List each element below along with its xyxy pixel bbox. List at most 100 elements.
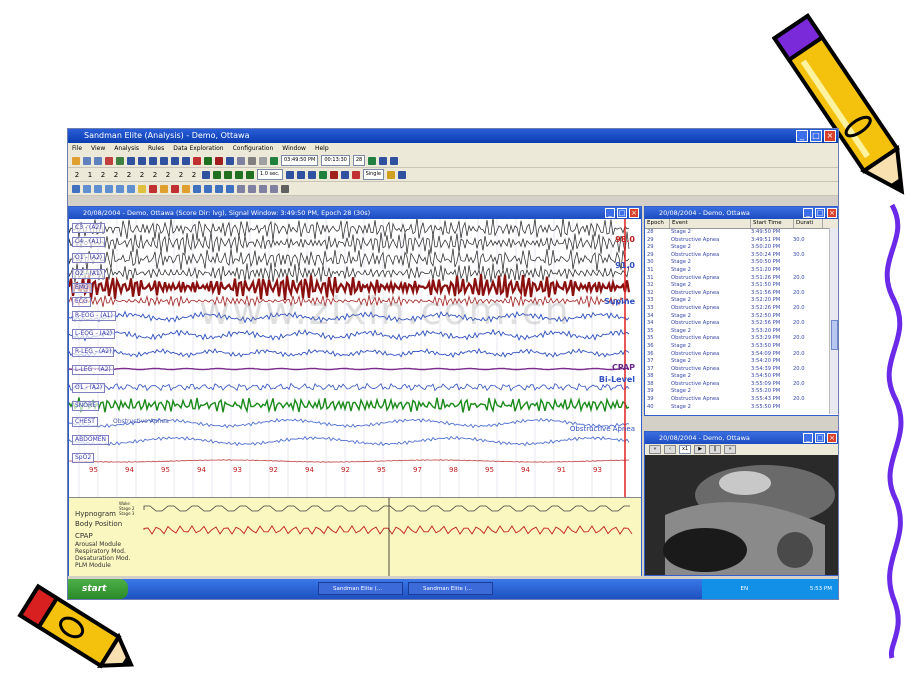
- tool-icon[interactable]: [105, 184, 113, 193]
- event-row[interactable]: 39 Obstructive Apnea 3:55:43 PM 20.0: [645, 396, 838, 404]
- montage-number[interactable]: 2: [137, 171, 147, 179]
- tool-icon[interactable]: [318, 170, 327, 179]
- tool-icon[interactable]: [160, 184, 168, 193]
- event-row[interactable]: 31 Stage 2 3:51:20 PM: [645, 267, 838, 275]
- video-speed-select[interactable]: x1: [679, 445, 692, 454]
- event-row[interactable]: 32 Obstructive Apnea 3:51:56 PM 20.0: [645, 290, 838, 298]
- channel-label[interactable]: L-LEG - (A2): [72, 365, 114, 375]
- tool-icon[interactable]: [237, 184, 245, 193]
- grid-icon[interactable]: [285, 170, 294, 179]
- tool-icon[interactable]: [193, 184, 201, 193]
- menu-view[interactable]: View: [91, 143, 105, 154]
- print-icon[interactable]: [94, 156, 102, 165]
- col-epoch[interactable]: Epoch: [645, 219, 670, 228]
- grid-icon[interactable]: [202, 170, 210, 179]
- maximize-button[interactable]: □: [617, 208, 627, 218]
- search-icon[interactable]: [193, 156, 201, 165]
- montage-number[interactable]: 2: [189, 171, 199, 179]
- step-back-button[interactable]: ‹: [664, 445, 676, 454]
- close-button[interactable]: ×: [824, 130, 836, 142]
- tool-icon[interactable]: [171, 184, 179, 193]
- event-row[interactable]: 37 Obstructive Apnea 3:54:39 PM 20.0: [645, 366, 838, 374]
- play-button[interactable]: ▶: [694, 445, 707, 454]
- duration-field[interactable]: 00:13:30: [321, 155, 350, 166]
- montage-number[interactable]: 2: [98, 171, 108, 179]
- go-icon[interactable]: [368, 156, 377, 165]
- montage-number[interactable]: 2: [111, 171, 121, 179]
- event-row[interactable]: 37 Stage 2 3:54:20 PM: [645, 358, 838, 366]
- tool-icon[interactable]: [116, 156, 124, 165]
- montage-number[interactable]: 2: [163, 171, 173, 179]
- minimize-button[interactable]: _: [796, 130, 808, 142]
- tool-icon[interactable]: [138, 184, 146, 193]
- tool-icon[interactable]: [281, 184, 289, 193]
- channel-label[interactable]: O1 - (A2): [72, 253, 106, 263]
- tool-icon[interactable]: [340, 170, 349, 179]
- tool-icon[interactable]: [105, 156, 113, 165]
- col-duration[interactable]: Durati: [794, 219, 823, 228]
- maximize-button[interactable]: □: [815, 433, 825, 443]
- menu-analysis[interactable]: Analysis: [114, 143, 139, 154]
- rewind-icon[interactable]: [213, 170, 221, 179]
- event-row[interactable]: 33 Stage 2 3:52:20 PM: [645, 297, 838, 305]
- tool-icon[interactable]: [259, 156, 267, 165]
- fast-forward-icon[interactable]: [246, 170, 254, 179]
- event-row[interactable]: 35 Obstructive Apnea 3:53:29 PM 20.0: [645, 335, 838, 343]
- tool-icon[interactable]: [215, 184, 223, 193]
- tool-icon[interactable]: [149, 184, 157, 193]
- grid-icon[interactable]: [138, 156, 146, 165]
- channel-label[interactable]: EMG: [72, 283, 92, 293]
- montage-number[interactable]: 2: [176, 171, 186, 179]
- tool-icon[interactable]: [127, 184, 135, 193]
- pause-button[interactable]: ‖: [709, 445, 722, 454]
- grid-icon[interactable]: [379, 156, 388, 165]
- tool-icon[interactable]: [237, 156, 245, 165]
- scroll-thumb[interactable]: [831, 320, 838, 350]
- tool-icon[interactable]: [329, 170, 338, 179]
- event-row[interactable]: 28 Stage 2 3:49:50 PM: [645, 229, 838, 237]
- montage-number[interactable]: 1: [85, 171, 95, 179]
- grid-icon[interactable]: [182, 156, 190, 165]
- close-button[interactable]: ×: [629, 208, 639, 218]
- tool-icon[interactable]: [307, 170, 316, 179]
- start-time-field[interactable]: 03:49:50 PM: [281, 155, 319, 166]
- save-icon[interactable]: [83, 156, 91, 165]
- view-mode-select[interactable]: Single: [362, 169, 384, 180]
- maximize-button[interactable]: □: [815, 208, 825, 218]
- channel-label[interactable]: R-LEG - (A2): [72, 347, 115, 357]
- menu-file[interactable]: File: [72, 143, 82, 154]
- minimize-button[interactable]: _: [803, 208, 813, 218]
- chart-icon[interactable]: [215, 156, 223, 165]
- tool-icon[interactable]: [72, 184, 80, 193]
- event-row[interactable]: 36 Obstructive Apnea 3:54:09 PM 20.0: [645, 351, 838, 359]
- event-row[interactable]: 32 Stage 2 3:51:50 PM: [645, 282, 838, 290]
- channel-label[interactable]: C3 - (A2): [72, 223, 105, 233]
- chart-icon[interactable]: [226, 156, 234, 165]
- tool-icon[interactable]: [270, 184, 278, 193]
- channel-label[interactable]: C4 - (A1): [72, 237, 105, 247]
- channel-label[interactable]: O1 - (A2): [72, 383, 106, 393]
- event-row[interactable]: 39 Stage 2 3:55:20 PM: [645, 388, 838, 396]
- event-scrollbar[interactable]: [829, 228, 838, 414]
- col-start-time[interactable]: Start Time: [751, 219, 794, 228]
- menu-data-exploration[interactable]: Data Exploration: [173, 143, 223, 154]
- menu-configuration[interactable]: Configuration: [233, 143, 274, 154]
- tool-icon[interactable]: [248, 156, 256, 165]
- open-icon[interactable]: [72, 156, 80, 165]
- chart-icon[interactable]: [204, 156, 212, 165]
- event-row[interactable]: 40 Stage 2 3:55:50 PM: [645, 404, 838, 412]
- tool-icon[interactable]: [116, 184, 124, 193]
- tool-icon[interactable]: [397, 170, 406, 179]
- epoch-field[interactable]: 28: [352, 155, 366, 166]
- event-row[interactable]: 29 Obstructive Apnea 3:49:51 PM 30.0: [645, 237, 838, 245]
- tool-icon[interactable]: [226, 184, 234, 193]
- language-indicator[interactable]: EN: [740, 586, 748, 592]
- event-row[interactable]: 33 Obstructive Apnea 3:52:26 PM 20.0: [645, 305, 838, 313]
- event-row[interactable]: 34 Stage 2 3:52:50 PM: [645, 313, 838, 321]
- channel-label[interactable]: CHEST: [72, 417, 98, 427]
- event-row[interactable]: 31 Obstructive Apnea 3:51:26 PM 20.0: [645, 275, 838, 283]
- channel-label[interactable]: L-EOG - (A2): [72, 329, 116, 339]
- play-icon[interactable]: [235, 170, 243, 179]
- channel-label[interactable]: R-EOG - (A1): [72, 311, 116, 321]
- event-row[interactable]: 35 Stage 2 3:53:20 PM: [645, 328, 838, 336]
